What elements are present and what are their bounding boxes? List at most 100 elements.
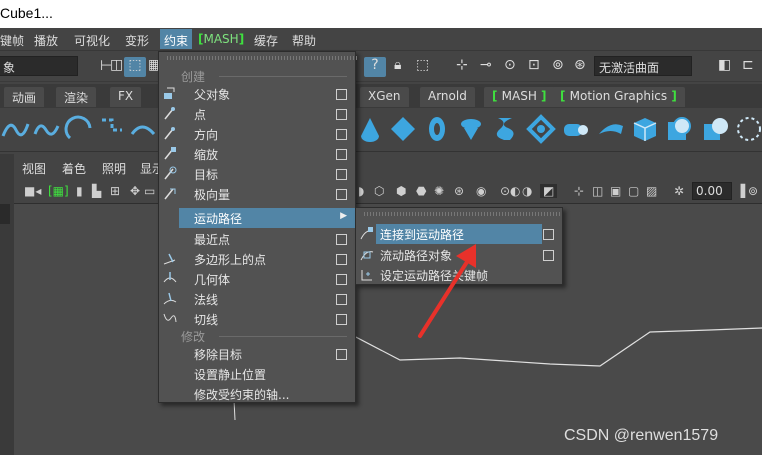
snap-live-icon[interactable]: ⊛ [574, 57, 586, 73]
arc-icon[interactable] [64, 114, 94, 144]
snap-point-icon[interactable]: ⊙ [504, 57, 516, 73]
input-icon[interactable]: ◧ [718, 57, 731, 73]
menu-help[interactable]: 帮助 [292, 32, 316, 49]
loft-icon[interactable] [490, 114, 520, 144]
bookmark-icon[interactable]: ▮ [76, 184, 83, 198]
aa-icon[interactable]: ◑ [522, 184, 532, 198]
shadow-icon[interactable]: ⊛ [454, 184, 464, 198]
menu-tear-off-handle[interactable] [167, 56, 357, 60]
grid-icon[interactable]: ⊞ [110, 184, 120, 198]
menu-item-remove-target[interactable]: 移除目标 [159, 344, 355, 364]
vp-menu-lighting[interactable]: 照明 [102, 160, 126, 177]
option-box[interactable] [543, 250, 554, 261]
sphere-intersect-icon[interactable] [664, 114, 694, 144]
curve-tool-icon[interactable] [128, 114, 158, 144]
cube-icon[interactable] [630, 114, 660, 144]
tab-rendering[interactable]: 渲染 [56, 87, 97, 107]
camera-attr-icon[interactable]: [▦] [48, 184, 69, 198]
menu-visualize[interactable]: 可视化 [74, 32, 110, 49]
exposure-field[interactable]: 0.00 [692, 182, 732, 200]
vp-menu-shading[interactable]: 着色 [62, 160, 86, 177]
camera-icon[interactable]: ■◂ [24, 184, 41, 198]
option-box[interactable] [336, 234, 347, 245]
output-icon[interactable]: ⊏ [742, 57, 754, 73]
option-box[interactable] [543, 229, 554, 240]
object-mode-field[interactable]: 象 [0, 56, 78, 76]
motion-blur-icon[interactable]: ⊙◐ [500, 184, 521, 198]
image-plane-icon[interactable]: ▙ [92, 184, 101, 198]
menu-item-orient[interactable]: 方向 [159, 124, 355, 144]
smooth-shade-icon[interactable]: ⬢ [396, 184, 406, 198]
option-box[interactable] [336, 294, 347, 305]
extrude-icon[interactable] [560, 114, 590, 144]
submenu-tear-off-handle[interactable] [364, 212, 562, 216]
live-surface-field[interactable]: 无激活曲面 [594, 56, 692, 76]
menu-item-scale[interactable]: 缩放 [159, 144, 355, 164]
option-box[interactable] [336, 254, 347, 265]
menu-item-set-rest-position[interactable]: 设置静止位置 [159, 364, 355, 384]
option-box[interactable] [336, 149, 347, 160]
tab-mash[interactable]: [ MASH ] [484, 87, 555, 107]
vp-menu-view[interactable]: 视图 [22, 160, 46, 177]
tool-handle[interactable] [0, 204, 10, 224]
bevel-icon[interactable] [596, 114, 626, 144]
option-box[interactable] [336, 109, 347, 120]
menu-item-point[interactable]: 点 [159, 104, 355, 124]
revolve-icon[interactable] [456, 114, 486, 144]
snap-grid-icon[interactable]: ⊹ [456, 57, 468, 73]
help-icon[interactable]: ? [364, 57, 386, 77]
menu-item-geometry[interactable]: 几何体 [159, 269, 355, 289]
option-box[interactable] [336, 129, 347, 140]
menu-item-parent[interactable]: 父对象 [159, 84, 355, 104]
ruler-icon[interactable]: ▭ [144, 184, 155, 198]
tab-xgen[interactable]: XGen [360, 87, 409, 107]
select-object-icon[interactable]: ⬚ [124, 57, 146, 77]
curve-ep-icon[interactable] [32, 114, 62, 144]
select-hierarchy-icon[interactable]: ◫ [110, 57, 123, 73]
snap-view-icon[interactable]: ⊡ [528, 57, 540, 73]
menu-constrain[interactable]: 约束 [160, 29, 193, 49]
tab-animation[interactable]: 动画 [4, 87, 45, 107]
torus-icon[interactable] [422, 114, 452, 144]
boolean-icon[interactable] [700, 114, 730, 144]
ao-icon[interactable]: ◉ [476, 184, 486, 198]
tab-motion-graphics[interactable]: [ Motion Graphics ] [552, 87, 685, 107]
wireframe-cube-icon[interactable]: ⬡ [374, 184, 384, 198]
menu-keyframe[interactable]: 键帧 [0, 32, 24, 49]
color-management-icon[interactable]: ⊚ [748, 184, 758, 198]
option-box[interactable] [336, 189, 347, 200]
menu-deform[interactable]: 变形 [125, 32, 149, 49]
option-box[interactable] [336, 169, 347, 180]
option-box[interactable] [336, 89, 347, 100]
menu-item-aim[interactable]: 目标 [159, 164, 355, 184]
drop-icon[interactable] [355, 114, 385, 144]
menu-item-pole-vector[interactable]: 极向量 [159, 184, 355, 204]
tab-arnold[interactable]: Arnold [420, 87, 475, 107]
select-lasso-icon[interactable]: ⬚ [416, 57, 429, 73]
menu-item-normal[interactable]: 法线 [159, 289, 355, 309]
curve-cv-icon[interactable] [0, 114, 30, 144]
option-box[interactable] [336, 349, 347, 360]
gamma-icon[interactable]: ▐ [736, 184, 745, 198]
menu-item-closest-point[interactable]: 最近点 [159, 229, 355, 249]
isolate-icon[interactable]: ⊹ [574, 184, 584, 198]
option-box[interactable] [336, 314, 347, 325]
tab-fx[interactable]: FX [110, 87, 142, 107]
xray-joints-icon[interactable]: ◫ [592, 184, 603, 198]
lock-icon[interactable]: 🔒︎ [394, 57, 401, 73]
light-icon[interactable]: ✺ [434, 184, 444, 198]
menu-item-modify-constrained-axis[interactable]: 修改受约束的轴... [159, 384, 355, 404]
gate-icon[interactable]: ▢ [628, 184, 639, 198]
snap-surface-icon[interactable]: ⊚ [552, 57, 564, 73]
textured-icon[interactable]: ⬣ [416, 184, 426, 198]
menu-item-tangent[interactable]: 切线 [159, 309, 355, 329]
menu-mash[interactable]: [MASH] [198, 32, 244, 46]
resolution-icon[interactable]: ▨ [646, 184, 657, 198]
menu-item-motion-paths[interactable]: 运动路径 ▶ [179, 208, 355, 228]
menu-playback[interactable]: 播放 [34, 32, 58, 49]
snap-curve-icon[interactable]: ⊸ [480, 57, 492, 73]
xray-icon[interactable]: ◩ [540, 184, 558, 198]
dashed-sphere-icon[interactable] [734, 114, 762, 144]
exposure-icon[interactable]: ✲ [674, 184, 684, 198]
option-box[interactable] [336, 274, 347, 285]
